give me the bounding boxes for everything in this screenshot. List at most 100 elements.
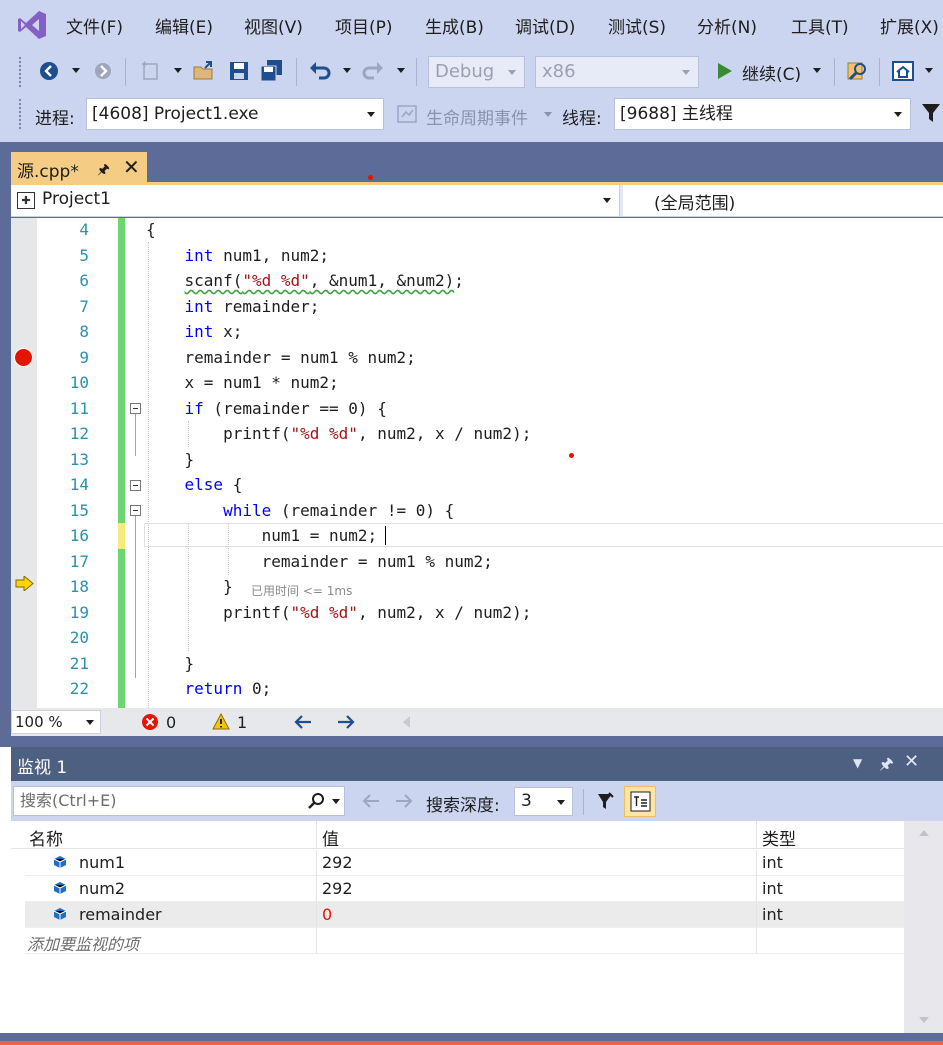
menu-tools[interactable]: 工具(T)	[791, 13, 849, 38]
search-options-chevron-icon[interactable]	[332, 799, 340, 804]
add-watch-placeholder[interactable]: 添加要监视的项	[27, 931, 139, 955]
close-icon[interactable]: ✕	[904, 751, 919, 772]
menu-edit[interactable]: 编辑(E)	[155, 13, 213, 38]
solution-configuration-combo[interactable]: Debug	[428, 56, 525, 88]
code-editor[interactable]: 4 5 6 7 8 9 10 11 12 13 14 15 16 17 18 1…	[11, 218, 943, 708]
previous-issue-arrow-icon[interactable]	[293, 714, 313, 730]
watch-vertical-scrollbar[interactable]	[904, 821, 943, 1033]
thread-combo[interactable]: [9688] 主线程	[614, 98, 911, 130]
solution-explorer-icon[interactable]	[891, 59, 915, 83]
redo-icon[interactable]	[362, 59, 386, 83]
pin-filter-icon[interactable]	[595, 791, 615, 811]
search-back-arrow-icon[interactable]	[361, 793, 381, 809]
line-number: 20	[69, 628, 89, 647]
solution-platform-combo[interactable]: x86	[535, 56, 699, 88]
watch-grid-header: 名称 值 类型	[11, 821, 904, 850]
lifecycle-dropdown-icon[interactable]	[544, 112, 552, 117]
code-line-17: remainder = num1 % num2;	[146, 552, 493, 571]
find-in-files-icon[interactable]	[845, 59, 869, 83]
continue-dropdown-icon[interactable]	[813, 68, 821, 73]
menu-debug[interactable]: 调试(D)	[515, 13, 575, 38]
pin-icon[interactable]: 🖈	[97, 159, 110, 183]
menu-build[interactable]: 生成(B)	[425, 13, 484, 38]
collapse-if-icon[interactable]	[130, 403, 141, 414]
code-line-14: else {	[184, 475, 243, 494]
view-as-text-toggle[interactable]	[624, 786, 656, 817]
watch-value-cell-changed[interactable]: 0	[322, 905, 332, 924]
breakpoint-margin[interactable]	[11, 218, 37, 708]
next-issue-arrow-icon[interactable]	[336, 714, 356, 730]
menu-file[interactable]: 文件(F)	[66, 13, 123, 38]
scroll-down-icon[interactable]	[919, 1017, 929, 1023]
breakpoint-icon[interactable]	[14, 348, 33, 367]
menu-test[interactable]: 测试(S)	[608, 13, 666, 38]
search-depth-combo[interactable]: 3	[514, 787, 573, 816]
warning-count[interactable]: 1	[237, 713, 247, 732]
line-number: 19	[69, 603, 89, 622]
watch-name-cell[interactable]: num2	[79, 879, 125, 898]
new-project-icon[interactable]	[139, 59, 163, 83]
lifecycle-events-icon[interactable]	[397, 105, 417, 123]
pin-icon[interactable]: 🖈	[879, 753, 894, 780]
watch-name-cell[interactable]: remainder	[79, 905, 162, 924]
collapse-else-icon[interactable]	[130, 480, 141, 491]
perftip-elapsed-time[interactable]: 已用时间 <= 1ms	[251, 582, 352, 599]
add-watch-row[interactable]: 添加要监视的项	[25, 928, 904, 954]
search-icon[interactable]	[307, 792, 325, 810]
menu-view[interactable]: 视图(V)	[244, 13, 303, 38]
close-icon[interactable]: ✕	[123, 155, 140, 179]
new-project-dropdown-icon[interactable]	[174, 68, 182, 73]
navigate-forward-icon[interactable]	[91, 59, 115, 83]
save-icon[interactable]	[227, 59, 251, 83]
project-combo[interactable]: ✚ Project1	[11, 185, 620, 216]
zoom-combo[interactable]: 100 %	[11, 710, 101, 734]
warning-icon[interactable]	[212, 713, 230, 730]
stray-dot	[368, 175, 373, 180]
menu-project[interactable]: 项目(P)	[335, 13, 393, 38]
continue-button[interactable]: 继续(C)	[742, 60, 801, 85]
collapse-while-icon[interactable]	[130, 505, 141, 516]
undo-icon[interactable]	[307, 59, 331, 83]
watch-value-cell[interactable]: 292	[322, 853, 353, 872]
menu-analyze[interactable]: 分析(N)	[697, 13, 757, 38]
watch-row[interactable]: num2 292 int	[25, 876, 904, 902]
column-header-type[interactable]: 类型	[762, 825, 796, 850]
current-statement-arrow-icon	[15, 576, 34, 591]
column-header-name[interactable]: 名称	[29, 825, 63, 850]
document-tab-source-cpp[interactable]: 源.cpp* 🖈 ✕	[11, 152, 147, 184]
continue-play-icon[interactable]	[712, 59, 736, 83]
toolbar-grip[interactable]	[18, 56, 22, 88]
error-icon[interactable]	[141, 713, 159, 731]
watch-value-cell[interactable]: 292	[322, 879, 353, 898]
window-menu-chevron-icon[interactable]: ▼	[853, 756, 862, 770]
undo-dropdown-icon[interactable]	[343, 68, 351, 73]
column-header-value[interactable]: 值	[322, 825, 339, 850]
toolbar-overflow-icon[interactable]	[925, 68, 933, 73]
lifecycle-events-button[interactable]: 生命周期事件	[426, 104, 528, 129]
column-divider[interactable]	[756, 821, 757, 849]
error-count[interactable]: 0	[166, 713, 176, 732]
filter-icon[interactable]	[921, 102, 941, 124]
saved-changes-bar	[118, 218, 125, 523]
watch-row[interactable]: remainder 0 int	[25, 902, 904, 928]
toolbar-grip[interactable]	[18, 98, 22, 130]
scroll-left-icon[interactable]	[403, 716, 410, 728]
open-file-icon[interactable]	[192, 59, 216, 83]
navigate-back-icon[interactable]	[37, 59, 61, 83]
text-caret	[385, 526, 386, 545]
menu-extensions[interactable]: 扩展(X)	[880, 13, 939, 38]
watch-row[interactable]: num1 292 int	[25, 850, 904, 876]
code-line-11: if (remainder == 0) {	[184, 399, 387, 418]
scroll-up-icon[interactable]	[919, 830, 929, 836]
navbar-splitter[interactable]	[620, 185, 623, 216]
scope-combo[interactable]: (全局范围)	[654, 189, 735, 214]
save-all-icon[interactable]	[260, 59, 284, 83]
watch-search-input[interactable]: 搜索(Ctrl+E)	[13, 786, 345, 816]
column-divider[interactable]	[316, 821, 317, 849]
redo-dropdown-icon[interactable]	[397, 68, 405, 73]
navigate-back-dropdown-icon[interactable]	[72, 68, 80, 73]
watch-name-cell[interactable]: num1	[79, 853, 125, 872]
search-forward-arrow-icon[interactable]	[394, 793, 414, 809]
line-number: 21	[69, 654, 89, 673]
process-combo[interactable]: [4608] Project1.exe	[86, 98, 384, 130]
